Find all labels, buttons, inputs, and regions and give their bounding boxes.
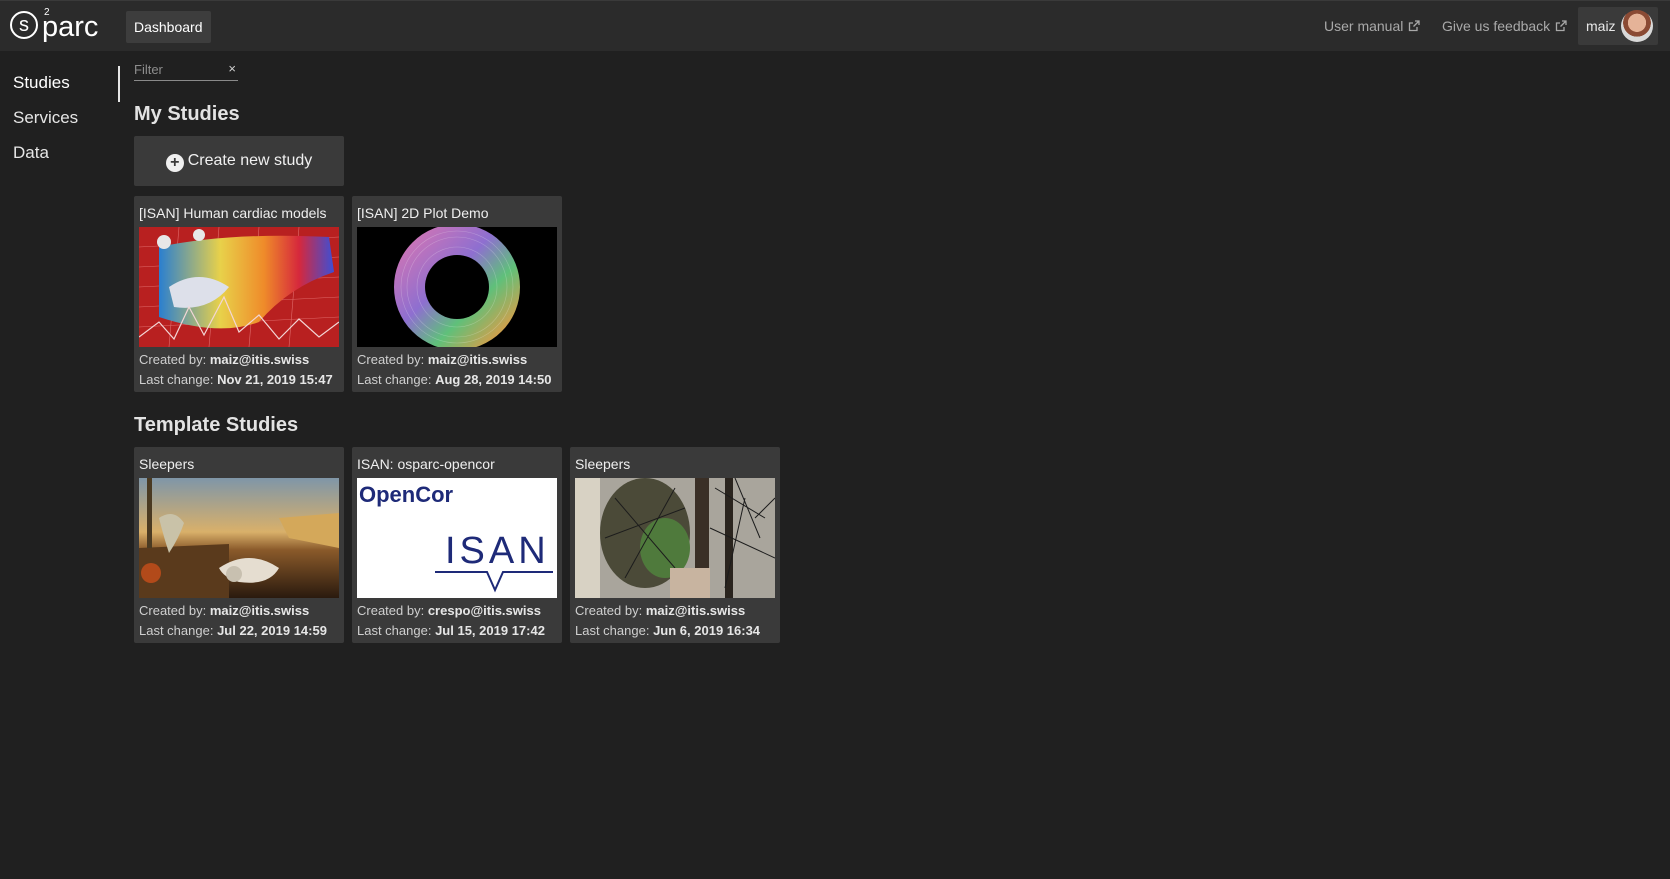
- template-thumbnail: [139, 478, 339, 598]
- feedback-link[interactable]: Give us feedback: [1442, 18, 1567, 34]
- template-card-created: Created by: maiz@itis.swiss: [575, 603, 746, 618]
- study-card-title: [ISAN] 2D Plot Demo: [357, 205, 489, 221]
- template-card-title: Sleepers: [575, 456, 631, 472]
- template-card-title: ISAN: osparc-opencor: [357, 456, 495, 472]
- template-card-created: Created by: maiz@itis.swiss: [139, 603, 310, 618]
- template-thumbnail: [575, 478, 775, 598]
- external-link-icon: [1409, 20, 1421, 32]
- sidebar-item-studies[interactable]: Studies: [13, 73, 70, 93]
- logo-circle: s: [10, 11, 38, 39]
- template-card-last-change: Last change: Jun 6, 2019 16:34: [575, 623, 761, 638]
- template-card-created: Created by: crespo@itis.swiss: [357, 603, 541, 618]
- template-thumbnail: OpenCor ISAN: [357, 478, 557, 598]
- study-card-created: Created by: maiz@itis.swiss: [357, 352, 528, 367]
- template-card-title: Sleepers: [139, 456, 195, 472]
- feedback-label: Give us feedback: [1442, 18, 1551, 34]
- filter-field: ×: [134, 60, 238, 81]
- user-menu-button[interactable]: maiz: [1578, 7, 1658, 45]
- dashboard-button[interactable]: Dashboard: [126, 11, 211, 43]
- template-card[interactable]: Sleepers Created by: maiz@itis.swiss Las…: [570, 447, 780, 643]
- create-new-study-label: Create new study: [187, 152, 313, 169]
- study-card[interactable]: [ISAN] 2D Plot Demo Created by: maiz@iti…: [352, 196, 562, 392]
- top-bar: s 2 parc Dashboard User manual Give us f…: [0, 0, 1670, 51]
- external-link-icon: [1556, 20, 1567, 32]
- close-icon[interactable]: ×: [228, 61, 236, 76]
- isan-logo-wave: [435, 571, 553, 593]
- template-card[interactable]: ISAN: osparc-opencor OpenCor ISAN Create…: [352, 447, 562, 643]
- study-card-created: Created by: maiz@itis.swiss: [139, 352, 310, 367]
- study-card-last-change: Last change: Nov 21, 2019 15:47: [139, 372, 333, 387]
- study-card-last-change: Last change: Aug 28, 2019 14:50: [357, 372, 552, 387]
- filter-input[interactable]: [134, 60, 220, 78]
- osparc-logo[interactable]: s 2 parc: [10, 7, 106, 45]
- logo-wordmark: parc: [42, 11, 99, 43]
- study-thumbnail: [357, 227, 557, 347]
- template-studies-title: Template Studies: [134, 414, 299, 436]
- plus-circle-icon: +: [165, 154, 184, 172]
- template-card-last-change: Last change: Jul 22, 2019 14:59: [139, 623, 327, 638]
- create-new-study-button[interactable]: + Create new study: [134, 136, 344, 186]
- user-name: maiz: [1586, 18, 1616, 34]
- user-manual-label: User manual: [1324, 18, 1404, 34]
- study-card-title: [ISAN] Human cardiac models: [139, 205, 327, 221]
- study-card[interactable]: [ISAN] Human cardiac models Created by: …: [134, 196, 344, 392]
- sidebar-item-services[interactable]: Services: [13, 108, 78, 128]
- study-thumbnail: [139, 227, 339, 347]
- template-card[interactable]: Sleepers Created by: maiz@itis.swiss Las…: [134, 447, 344, 643]
- my-studies-title: My Studies: [134, 103, 240, 125]
- avatar: [1621, 10, 1653, 42]
- template-card-last-change: Last change: Jul 15, 2019 17:42: [357, 623, 545, 638]
- user-manual-link[interactable]: User manual: [1324, 18, 1421, 34]
- sidebar-active-indicator: [118, 66, 120, 102]
- sidebar-item-data[interactable]: Data: [13, 143, 49, 163]
